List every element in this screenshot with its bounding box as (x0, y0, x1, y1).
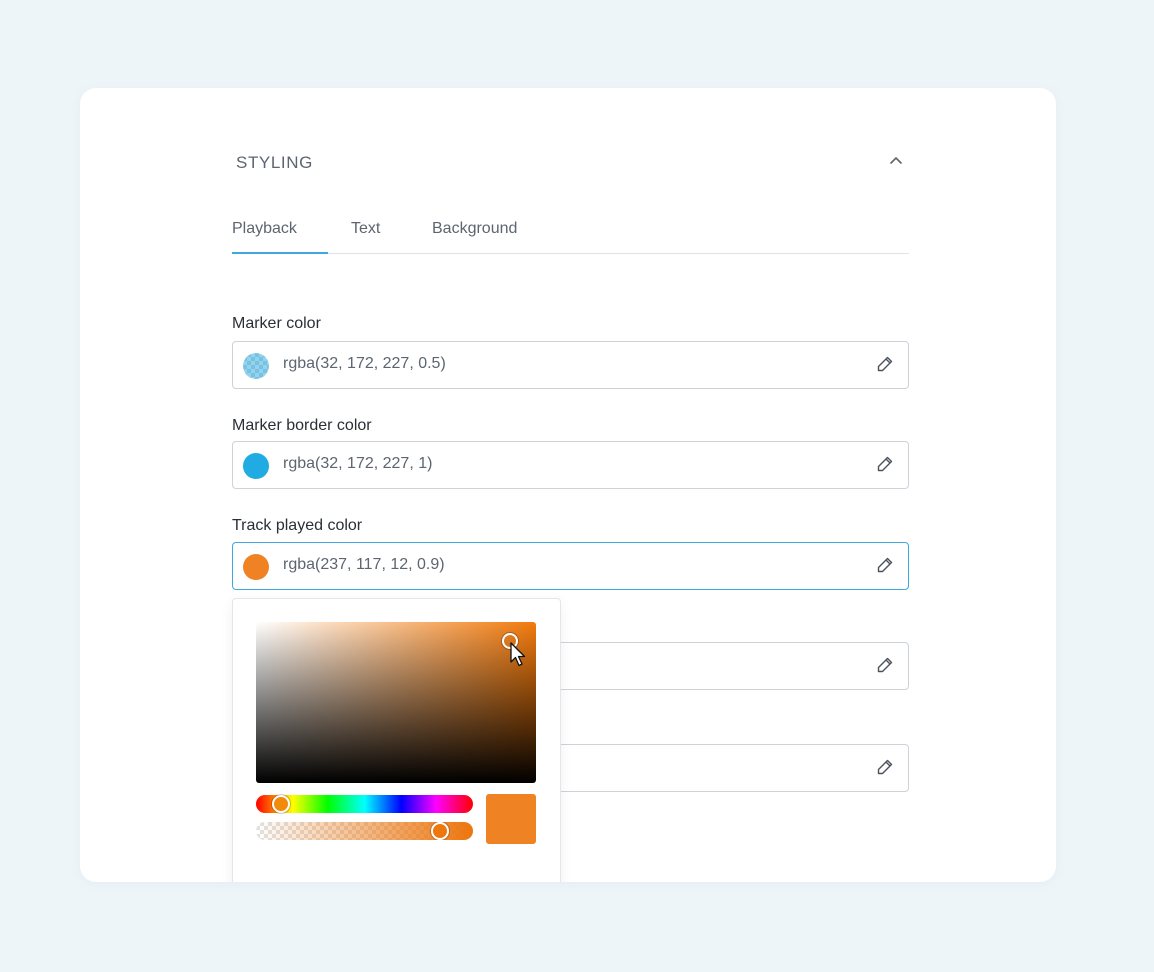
marker-border-color-label: Marker border color (232, 417, 372, 434)
track-played-color-value[interactable]: rgba(237, 117, 12, 0.9) (283, 556, 445, 574)
pencil-icon (876, 556, 894, 574)
hue-slider[interactable] (256, 795, 473, 813)
tab-background[interactable]: Background (432, 220, 517, 238)
pencil-icon (876, 656, 894, 674)
tab-bar: Playback Text Background (232, 218, 909, 254)
active-tab-indicator (232, 252, 328, 254)
marker-border-color-swatch[interactable] (243, 453, 269, 479)
hue-handle[interactable] (272, 795, 290, 813)
alpha-handle[interactable] (431, 822, 449, 840)
track-played-color-label: Track played color (232, 517, 363, 534)
marker-color-edit-button[interactable] (876, 355, 894, 373)
tab-playback[interactable]: Playback (232, 220, 297, 238)
alpha-slider[interactable] (256, 822, 473, 840)
tab-text[interactable]: Text (351, 220, 380, 238)
pencil-icon (876, 758, 894, 776)
color-preview-swatch (486, 794, 536, 844)
marker-color-swatch[interactable] (243, 353, 269, 379)
track-played-color-swatch[interactable] (243, 554, 269, 580)
track-played-color-edit-button[interactable] (876, 556, 894, 574)
collapse-button[interactable] (886, 152, 906, 170)
color-field-4-edit-button[interactable] (876, 656, 894, 674)
color-field-5-edit-button[interactable] (876, 758, 894, 776)
marker-border-color-field[interactable]: rgba(32, 172, 227, 1) (232, 441, 909, 489)
track-played-color-field[interactable]: rgba(237, 117, 12, 0.9) (232, 542, 909, 590)
styling-card: STYLING Playback Text Background Marker … (80, 88, 1056, 882)
chevron-up-icon (886, 152, 906, 170)
pencil-icon (876, 355, 894, 373)
marker-color-value[interactable]: rgba(32, 172, 227, 0.5) (283, 355, 446, 373)
marker-border-color-edit-button[interactable] (876, 455, 894, 473)
marker-color-swatch-fill (243, 353, 269, 379)
pencil-icon (876, 455, 894, 473)
marker-color-field[interactable]: rgba(32, 172, 227, 0.5) (232, 341, 909, 389)
saturation-area[interactable] (256, 622, 536, 783)
marker-border-color-value[interactable]: rgba(32, 172, 227, 1) (283, 455, 432, 473)
marker-color-label: Marker color (232, 315, 321, 332)
section-title: STYLING (236, 153, 313, 172)
color-picker-popover (232, 598, 561, 882)
mouse-cursor-icon (510, 642, 528, 668)
